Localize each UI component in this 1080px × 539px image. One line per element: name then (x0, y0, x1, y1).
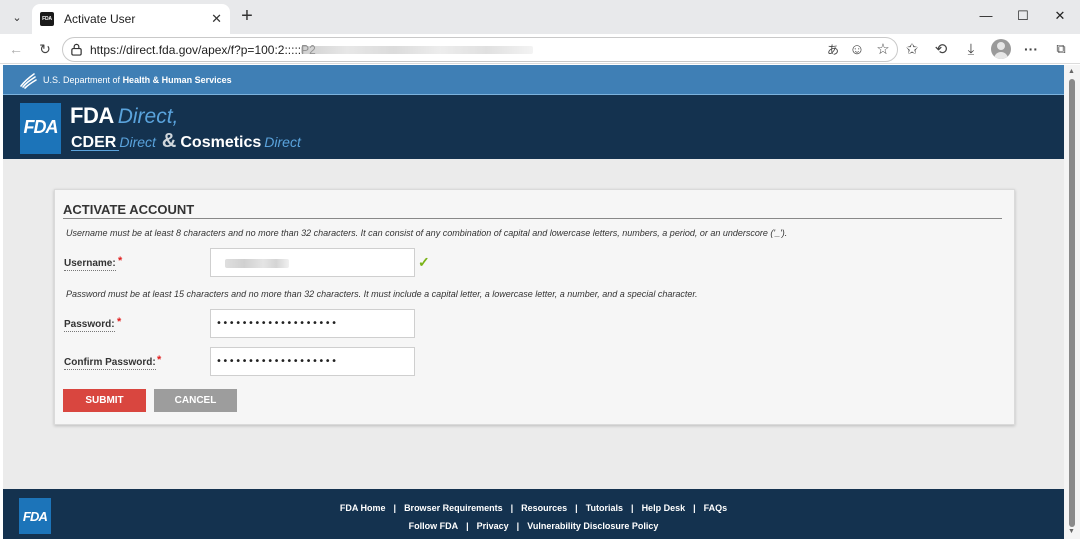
history-icon[interactable]: ⟲ (931, 39, 951, 59)
confirm-password-required-marker: * (157, 354, 162, 366)
fda-direct-header: FDA FDA Direct, CDER Direct & Cosmetics Direc… (3, 95, 1064, 159)
form-title: ACTIVATE ACCOUNT (63, 202, 1002, 219)
scroll-up-arrow-icon[interactable]: ▲ (1068, 68, 1075, 75)
favorites-list-icon[interactable]: ✩ (902, 39, 922, 59)
footer-separator: | (631, 503, 634, 513)
site-info-lock-icon[interactable] (70, 43, 83, 56)
profile-avatar-icon[interactable] (991, 39, 1011, 59)
hhs-banner: U.S. Department of Health & Human Servic… (3, 65, 1064, 95)
password-label: Password: (64, 319, 115, 332)
brand-cosmetics: Cosmetics (180, 134, 262, 151)
brand-cder-direct: Direct (119, 134, 156, 150)
username-redacted-blur (225, 259, 289, 268)
username-hint: Username must be at least 8 characters a… (66, 228, 788, 238)
submit-button[interactable]: SUBMIT (63, 389, 146, 412)
emoji-feedback-icon[interactable]: ☺ (847, 39, 867, 59)
footer-links-row-2: Follow FDA | Privacy | Vulnerability Disclos… (3, 521, 1064, 531)
footer-link-resources[interactable]: Resources (521, 503, 567, 513)
footer-separator: | (516, 521, 520, 531)
brand-ampersand: & (161, 130, 177, 152)
fda-direct-wordmark: FDA Direct, (70, 103, 178, 129)
password-required-marker: * (117, 316, 122, 328)
footer-separator: | (693, 503, 696, 513)
footer-link-privacy[interactable]: Privacy (477, 521, 509, 531)
activate-account-card: ACTIVATE ACCOUNT Username must be at lea… (54, 189, 1015, 425)
scroll-thumb[interactable] (1069, 79, 1075, 527)
footer-link-faqs[interactable]: FAQs (704, 503, 728, 513)
confirm-password-input[interactable]: ••••••••••••••••••• (210, 347, 415, 376)
footer-link-help-desk[interactable]: Help Desk (642, 503, 686, 513)
read-aloud-icon[interactable]: あ (823, 39, 843, 59)
footer-separator: | (466, 521, 469, 531)
valid-checkmark-icon: ✓ (418, 254, 430, 270)
username-input[interactable] (210, 248, 415, 277)
footer-link-vulnerability-disclosure[interactable]: Vulnerability Disclosure Policy (527, 521, 658, 531)
username-required-marker: * (118, 255, 123, 267)
url-text[interactable]: https://direct.fda.gov/apex/f?p=100:2:::… (90, 43, 316, 57)
more-options-icon[interactable]: ··· (1021, 39, 1041, 59)
hhs-name: Health & Human Services (122, 75, 232, 85)
footer-link-follow-fda[interactable]: Follow FDA (409, 521, 459, 531)
tab-title: Activate User (64, 12, 136, 26)
url-redacted-blur (301, 46, 533, 54)
page-viewport: U.S. Department of Health & Human Servic… (3, 65, 1064, 539)
new-tab-plus-icon[interactable]: + (236, 6, 258, 28)
password-input[interactable]: ••••••••••••••••••• (210, 309, 415, 338)
confirm-password-label: Confirm Password: (64, 357, 156, 370)
brand-direct: Direct, (117, 105, 179, 128)
brand-cosmetics-direct: Direct (264, 134, 301, 150)
back-arrow-icon[interactable]: ← (6, 39, 26, 59)
window-close-icon[interactable]: ✕ (1050, 8, 1070, 24)
footer-links-row-1: FDA Home | Browser Requirements | Resources |… (3, 503, 1064, 513)
fda-favicon-icon: FDA (40, 12, 54, 26)
address-bar[interactable]: https://direct.fda.gov/apex/f?p=100:2:::… (62, 37, 898, 62)
footer-separator: | (393, 503, 397, 513)
cder-underline-divider (71, 150, 119, 151)
minimize-icon[interactable]: — (976, 8, 996, 23)
fda-logo[interactable]: FDA (20, 103, 61, 154)
browser-tab-strip: ⌄ FDA Activate User ✕ + — ☐ ✕ (0, 0, 1080, 34)
downloads-icon[interactable]: ⤓ (961, 39, 981, 59)
hhs-prefix: U.S. Department of (43, 75, 121, 85)
password-hint: Password must be at least 15 characters … (66, 289, 698, 299)
footer-link-browser-requirements[interactable]: Browser Requirements (404, 503, 503, 513)
favorite-star-icon[interactable]: ☆ (873, 39, 893, 59)
tab-close-icon[interactable]: ✕ (211, 11, 222, 27)
reload-icon[interactable]: ↻ (35, 39, 55, 59)
scroll-down-arrow-icon[interactable]: ▼ (1068, 528, 1075, 535)
sidebar-toggle-icon[interactable]: ⧉ (1051, 39, 1071, 59)
footer-link-fda-home[interactable]: FDA Home (340, 503, 386, 513)
tab-list-chevron-icon[interactable]: ⌄ (6, 6, 28, 28)
username-label: Username: (64, 258, 116, 271)
brand-fda: FDA (70, 103, 114, 128)
footer-separator: | (510, 503, 514, 513)
browser-toolbar: ← ↻ https://direct.fda.gov/apex/f?p=100:… (0, 34, 1080, 64)
brand-cder: CDER (71, 134, 117, 151)
maximize-icon[interactable]: ☐ (1013, 8, 1033, 24)
hhs-eagle-logo-icon (20, 73, 37, 89)
footer-link-tutorials[interactable]: Tutorials (586, 503, 623, 513)
cancel-button[interactable]: CANCEL (154, 389, 237, 412)
hhs-banner-text[interactable]: U.S. Department of Health & Human Servic… (43, 75, 232, 85)
footer-separator: | (575, 503, 578, 513)
browser-tab-activate-user[interactable]: FDA Activate User ✕ (32, 4, 230, 34)
page-footer: FDA FDA Home | Browser Requirements | Resour… (3, 489, 1064, 539)
page-scrollbar[interactable]: ▲ ▼ (1064, 65, 1080, 539)
